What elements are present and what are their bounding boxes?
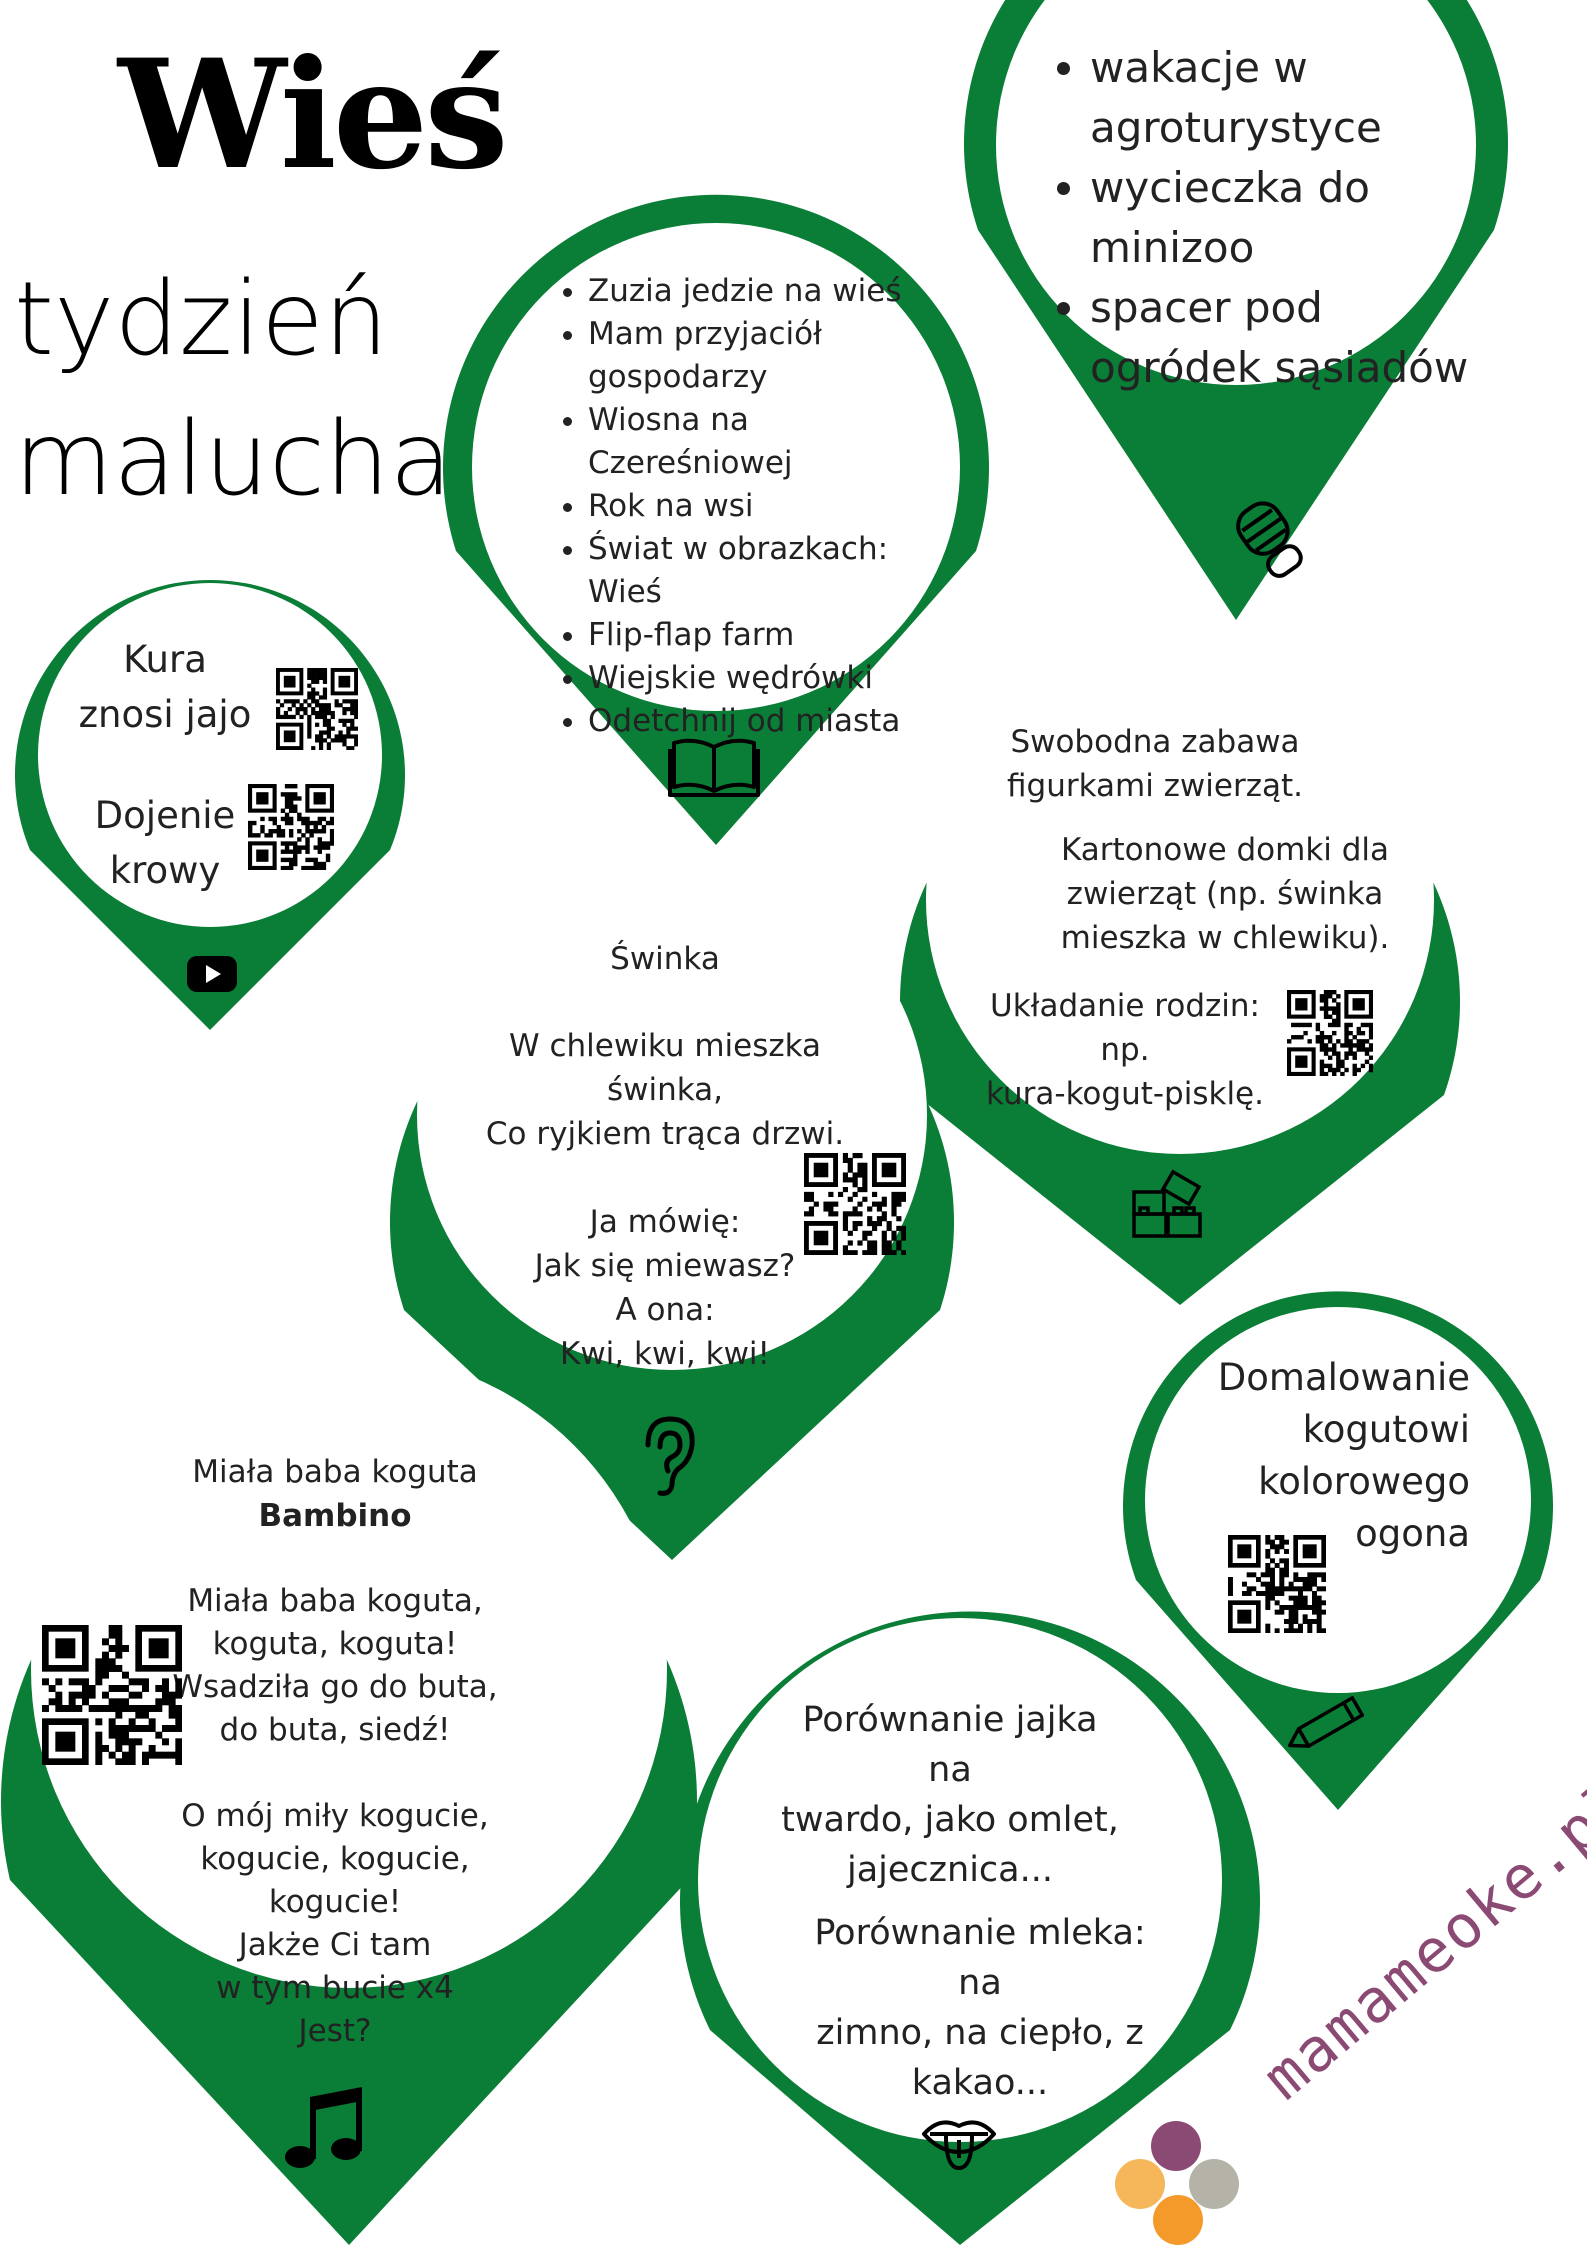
taste-text-1: Porównanie jajka na twardo, jako omlet, …: [781, 1700, 1119, 1890]
list-item: Mam przyjaciół gospodarzy: [588, 313, 958, 399]
list-item: Rok na wsi: [588, 485, 958, 528]
art-text: Domalowanie kogutowi kolorowego ogona: [1217, 1356, 1470, 1555]
subtitle-line-1: tydzień: [14, 260, 389, 379]
qr-code-art[interactable]: [1228, 1535, 1326, 1633]
books-list: Zuzia jedzie na wieś Mam przyjaciół gosp…: [558, 270, 958, 743]
list-item: wakacje w agroturystyce: [1090, 38, 1500, 158]
qr-code-play[interactable]: [1287, 990, 1373, 1076]
taste-text-2: Porównanie mleka: na zimno, na ciepło, z…: [814, 1913, 1146, 2103]
music-note-icon: [285, 2087, 362, 2168]
list-item: Odetchnij od miasta: [588, 700, 958, 743]
brand-logo: [1115, 2121, 1239, 2245]
video-item-cow[interactable]: Dojenie krowy: [70, 788, 260, 898]
page-title: Wieś: [118, 27, 509, 203]
play-text-3: Układanie rodzin: np. kura-kogut-pisklę.: [986, 988, 1264, 1112]
song-lyrics: Miała baba koguta, koguta, koguta! Wsadz…: [172, 1583, 498, 2049]
list-item: Flip-flap farm: [588, 614, 958, 657]
footprint-icon: [1236, 501, 1303, 578]
video-item-hen[interactable]: Kura znosi jajo: [70, 632, 260, 742]
play-text-2: Kartonowe domki dla zwierząt (np. świnka…: [1060, 832, 1390, 956]
qr-code-hen[interactable]: [276, 668, 358, 750]
play-text-1: Swobodna zabawa figurkami zwierząt.: [1007, 724, 1303, 804]
poem-text: W chlewiku mieszka świnka, Co ryjkiem tr…: [485, 1028, 845, 1372]
poem-title: Świnka: [610, 941, 720, 977]
youtube-icon: [187, 956, 237, 992]
activities-list: wakacje w agroturystyce wycieczka do min…: [1060, 38, 1500, 398]
song-title: Miała baba koguta Bambino: [192, 1454, 478, 1534]
qr-code-poem[interactable]: [804, 1153, 906, 1255]
list-item: Świat w obrazkach: Wieś: [588, 528, 958, 614]
list-item: Zuzia jedzie na wieś: [588, 270, 958, 313]
page-subtitle: tydzień malucha: [14, 250, 452, 530]
qr-code-cow[interactable]: [248, 784, 334, 870]
qr-code-song[interactable]: [42, 1625, 182, 1765]
list-item: wycieczka do minizoo: [1090, 158, 1500, 278]
ear-icon: [645, 1416, 695, 1496]
list-item: spacer pod ogródek sąsiadów: [1090, 278, 1500, 398]
tongue-icon: [922, 2120, 996, 2170]
subtitle-line-2: malucha: [14, 400, 453, 519]
book-icon: [668, 738, 760, 797]
blocks-icon: [1132, 1169, 1202, 1238]
list-item: Wiosna na Czereśniowej: [588, 399, 958, 485]
list-item: Wiejskie wędrówki: [588, 657, 958, 700]
pencil-icon: [1288, 1696, 1365, 1748]
